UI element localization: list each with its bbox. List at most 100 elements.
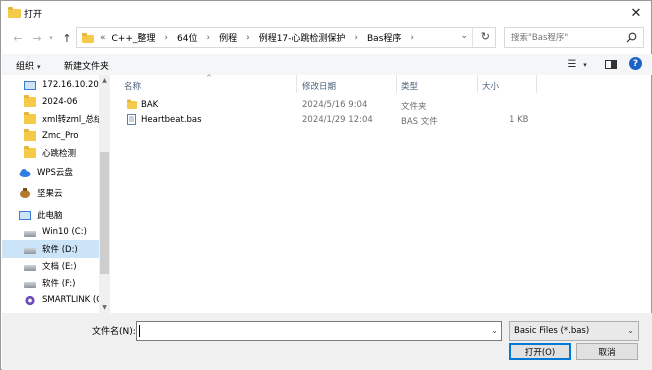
chevron-down-icon[interactable]: ⌄ <box>491 326 498 335</box>
title-bar: 打开 ✕ <box>1 1 651 25</box>
column-header-name[interactable]: 名称 <box>124 80 141 92</box>
nav-item-label: 软件 (D:) <box>42 245 78 255</box>
nav-item-smartlink[interactable]: SMARTLINK (G <box>2 291 100 309</box>
drive-icon <box>24 281 36 288</box>
list-view-icon: ☰ <box>567 59 577 70</box>
nav-item-drive-d[interactable]: 软件 (D:) <box>2 240 100 258</box>
refresh-icon[interactable]: ↻ <box>481 30 490 43</box>
preview-pane-button[interactable] <box>601 57 621 72</box>
open-button[interactable]: 打开(O) <box>509 343 571 360</box>
chevron-right-icon[interactable]: › <box>354 33 358 43</box>
breadcrumb-item[interactable]: 例程17-心跳检测保护 <box>259 31 346 44</box>
column-divider[interactable] <box>536 75 537 93</box>
recent-locations-button[interactable]: ▾ <box>46 31 56 45</box>
address-dropdown-icon[interactable]: ⌄ <box>460 31 468 41</box>
nav-item-network-location[interactable]: 172.16.10.20 📌 <box>2 76 100 94</box>
window-title: 打开 <box>24 10 43 20</box>
file-date: 2024/5/16 9:04 <box>302 100 368 110</box>
nav-item-nut-cloud[interactable]: 坚果云 <box>2 184 100 202</box>
scroll-thumb[interactable] <box>100 152 109 274</box>
breadcrumb-item[interactable]: C++_整理 <box>112 31 156 44</box>
file-type: BAS 文件 <box>401 117 438 127</box>
nav-item-folder[interactable]: Zmc_Pro <box>2 127 100 145</box>
scroll-up-icon[interactable]: ▲ <box>99 75 110 86</box>
nav-item-label: 文档 (E:) <box>42 262 77 272</box>
nav-item-label: Zmc_Pro <box>42 131 79 141</box>
file-row[interactable]: BAK 2024/5/16 9:04 文件夹 <box>123 97 643 113</box>
help-icon[interactable]: ? <box>629 57 642 70</box>
address-bar[interactable]: « C++_整理 › 64位 › 例程 › 例程17-心跳检测保护 › Bas程… <box>76 27 496 48</box>
breadcrumb-item[interactable]: Bas程序 <box>367 31 401 44</box>
arrow-left-icon: ← <box>13 31 23 45</box>
nav-item-label: 心跳检测 <box>42 149 77 159</box>
column-header-date[interactable]: 修改日期 <box>302 80 336 92</box>
forward-button[interactable]: → <box>30 31 44 45</box>
nav-item-label: 2024-06 <box>42 97 78 107</box>
close-button[interactable]: ✕ <box>627 4 645 22</box>
cancel-button[interactable]: 取消 <box>576 343 638 360</box>
view-dropdown[interactable]: ▾ <box>580 57 590 72</box>
chevron-down-icon: ▾ <box>37 63 41 71</box>
folder-icon <box>24 146 36 158</box>
column-divider[interactable] <box>477 75 478 93</box>
file-size: 1 KB <box>509 115 529 125</box>
file-row[interactable]: Heartbeat.bas 2024/1/29 12:04 BAS 文件 1 K… <box>123 112 643 128</box>
drive-icon <box>24 247 36 254</box>
filename-input[interactable] <box>140 322 480 340</box>
chevron-right-icon[interactable]: › <box>410 33 414 43</box>
breadcrumb-item[interactable]: 例程 <box>219 31 237 44</box>
filename-label: 文件名(N): <box>92 327 136 337</box>
chevron-down-icon: ▾ <box>49 34 53 42</box>
folder-icon <box>24 112 36 124</box>
smartlink-icon <box>25 295 35 305</box>
bottom-panel: 文件名(N): ⌄ Basic Files (*.bas) ⌄ 打开(O) 取消 <box>2 313 652 370</box>
search-box[interactable] <box>504 27 644 48</box>
navigation-scrollbar[interactable]: ▲ ▼ <box>99 75 110 313</box>
chevron-right-icon[interactable]: › <box>206 33 210 43</box>
folder-icon <box>8 7 21 18</box>
folder-icon <box>82 32 94 43</box>
nav-item-drive-c[interactable]: Win10 (C:) <box>2 223 100 241</box>
nav-item-this-pc[interactable]: 此电脑 <box>2 206 100 224</box>
nav-item-wps-cloud[interactable]: WPS云盘 <box>2 163 100 181</box>
search-input[interactable] <box>511 32 623 43</box>
filename-combobox[interactable]: ⌄ <box>136 321 502 341</box>
file-name: BAK <box>141 100 159 110</box>
nav-item-drive-e[interactable]: 文档 (E:) <box>2 257 100 275</box>
preview-pane-icon <box>605 60 617 69</box>
divider <box>472 28 473 47</box>
organize-label: 组织 <box>16 62 35 72</box>
chevron-right-icon[interactable]: › <box>246 33 250 43</box>
new-folder-button[interactable]: 新建文件夹 <box>64 59 109 72</box>
up-button[interactable]: ↑ <box>60 31 74 45</box>
nav-item-folder[interactable]: xml转zml_总结 <box>2 110 100 128</box>
organize-menu[interactable]: 组织 ▾ <box>16 59 41 72</box>
arrow-right-icon: → <box>32 31 42 45</box>
breadcrumb-item[interactable]: 64位 <box>177 31 197 44</box>
nav-item-label: 坚果云 <box>37 189 63 199</box>
column-divider[interactable] <box>396 75 397 93</box>
chevron-down-icon: ▾ <box>583 60 587 69</box>
chevron-right-icon[interactable]: › <box>164 33 168 43</box>
computer-icon <box>19 210 31 220</box>
search-icon[interactable] <box>626 32 637 43</box>
back-button[interactable]: ← <box>11 31 25 45</box>
bas-file-icon <box>127 114 136 125</box>
filetype-select[interactable]: Basic Files (*.bas) ⌄ <box>509 321 639 341</box>
chevron-down-icon: ⌄ <box>627 326 634 335</box>
folder-icon <box>24 129 36 141</box>
nav-item-drive-f[interactable]: 软件 (F:) <box>2 274 100 292</box>
folder-icon <box>24 95 36 107</box>
open-file-dialog: 打开 ✕ ← → ▾ ↑ « C++_整理 › 64位 › 例程 › 例程17-… <box>0 0 652 370</box>
close-icon: ✕ <box>630 5 642 21</box>
overflow-chevron[interactable]: « <box>100 33 106 43</box>
column-divider[interactable] <box>296 75 297 93</box>
view-options-button[interactable]: ☰ <box>562 57 582 72</box>
nav-item-folder[interactable]: 心跳检测 <box>2 144 100 162</box>
column-header-size[interactable]: 大小 <box>482 80 499 92</box>
nav-item-label: 172.16.10.20 <box>42 80 99 90</box>
nav-item-folder[interactable]: 2024-06 <box>2 93 100 111</box>
column-header-type[interactable]: 类型 <box>401 80 418 92</box>
drive-icon <box>24 230 36 237</box>
scroll-down-icon[interactable]: ▼ <box>99 302 110 313</box>
